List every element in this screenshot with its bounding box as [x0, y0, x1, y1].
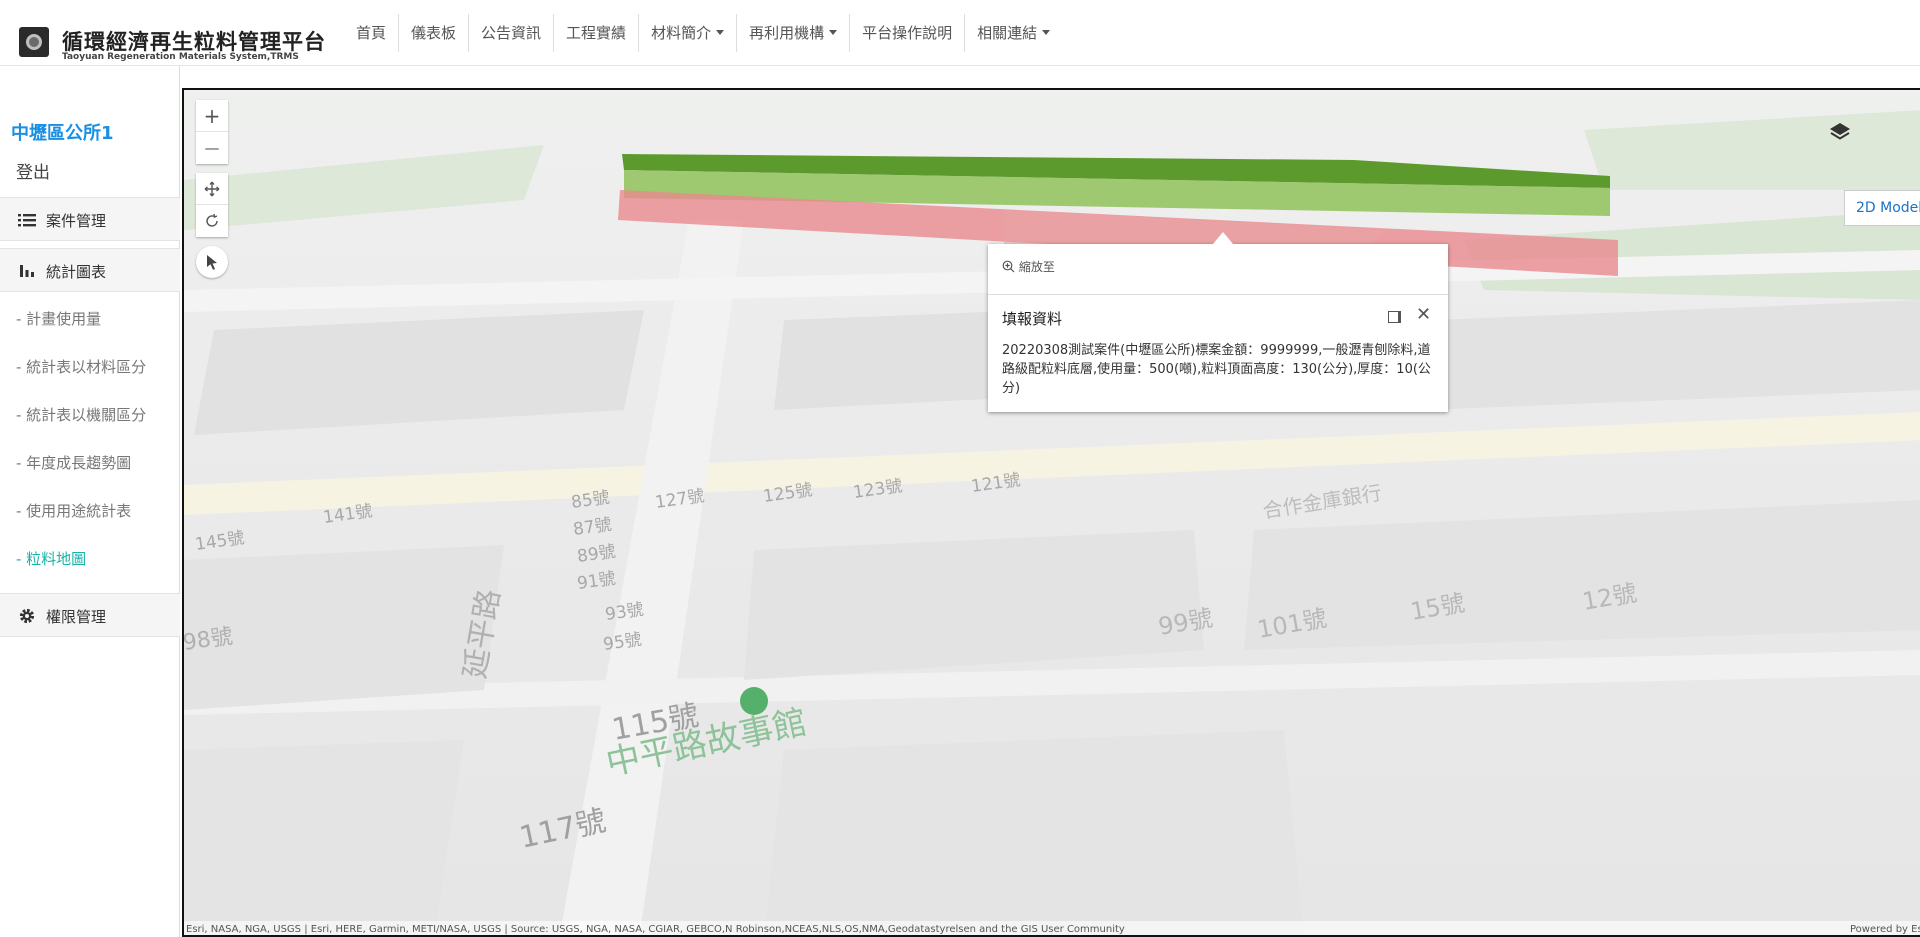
map-label: 125號	[762, 480, 814, 507]
zoom-in-icon	[1002, 260, 1015, 273]
nav-label: 儀表板	[411, 24, 457, 42]
brand-subtitle: Taoyuan Regeneration Materials System,TR…	[62, 52, 299, 62]
nav-item-projects[interactable]: 工程實績	[553, 14, 638, 52]
zoom-to-action[interactable]: 縮放至	[1002, 258, 1055, 275]
nav-label: 平台操作說明	[862, 24, 953, 42]
map-label: 87號	[572, 515, 613, 540]
list-icon	[18, 214, 36, 227]
divider	[988, 294, 1448, 295]
map-label: 95號	[602, 630, 643, 655]
chevron-down-icon	[1042, 30, 1051, 35]
chevron-down-icon	[829, 30, 838, 35]
2d-model-toggle-button[interactable]: 2D Model	[1844, 190, 1920, 226]
map-view[interactable]: 85號 87號 89號 91號 93號 95號 127號 125號 123號 1…	[182, 88, 1920, 937]
map-label: 101號	[1255, 604, 1329, 644]
map-label: 121號	[970, 470, 1022, 497]
map-label: 98號	[184, 624, 234, 656]
nav-item-links[interactable]: 相關連結	[964, 14, 1062, 52]
poi-marker-icon	[740, 687, 768, 715]
nav-label: 首頁	[356, 24, 387, 42]
navigation-controls	[196, 173, 228, 237]
sidebar-item-usage-purpose[interactable]: - 使用用途統計表	[16, 500, 131, 521]
map-label: 93號	[604, 600, 645, 625]
zoom-to-label: 縮放至	[1018, 260, 1055, 274]
sidebar-group-label: 統計圖表	[46, 263, 107, 281]
dock-icon[interactable]	[1388, 311, 1401, 323]
map-labels: 85號 87號 89號 91號 93號 95號 127號 125號 123號 1…	[184, 470, 1639, 856]
close-icon[interactable]: ✕	[1416, 304, 1431, 325]
main-nav: 首頁 儀表板 公告資訊 工程實績 材料簡介 再利用機構 平台操作說明 相關連結	[344, 14, 1062, 66]
sidebar-group-charts[interactable]: 統計圖表	[0, 248, 180, 292]
move-icon	[204, 181, 220, 196]
map-label: 89號	[576, 542, 617, 567]
cursor-icon	[207, 255, 217, 270]
nav-item-dashboard[interactable]: 儀表板	[398, 14, 468, 52]
map-label: 123號	[852, 476, 904, 503]
bar-chart-icon	[20, 265, 34, 277]
map-toolbar: + —	[196, 100, 228, 278]
map-label: 85號	[570, 488, 611, 513]
map-label: 15號	[1408, 589, 1467, 626]
zoom-out-button[interactable]: —	[196, 132, 228, 164]
map-label: 合作金庫銀行	[1261, 480, 1383, 522]
sidebar-group-case-management[interactable]: 案件管理	[0, 197, 180, 241]
map-label: 145號	[194, 528, 246, 555]
layers-icon[interactable]	[1826, 117, 1854, 145]
map-label: 127號	[654, 486, 706, 513]
map-label: 99號	[1156, 604, 1215, 641]
sidebar: 中壢區公所1 登出 案件管理 統計圖表 - 計畫使用量 - 統計表以材料區分 -…	[0, 66, 180, 937]
map-label: 91號	[576, 569, 617, 594]
popup-title: 填報資料	[1002, 310, 1063, 328]
nav-label: 工程實績	[566, 24, 627, 42]
nav-label: 再利用機構	[749, 24, 825, 42]
powered-by-esri[interactable]: Powered by Esri	[1850, 921, 1920, 935]
nav-item-materials[interactable]: 材料簡介	[638, 14, 736, 52]
map-label: 延平路	[457, 587, 507, 682]
logout-link[interactable]: 登出	[16, 158, 50, 183]
map-label: 12號	[1580, 579, 1639, 616]
sidebar-item-stats-by-material[interactable]: - 統計表以材料區分	[16, 356, 146, 377]
pan-button[interactable]	[196, 173, 228, 205]
user-name[interactable]: 中壢區公所1	[11, 119, 114, 145]
attribution-sources[interactable]: Esri, NASA, NGA, USGS | Esri, HERE, Garm…	[186, 921, 1125, 935]
gear-icon	[19, 608, 35, 624]
sidebar-item-planned-usage[interactable]: - 計畫使用量	[16, 308, 101, 329]
nav-item-reuse-agencies[interactable]: 再利用機構	[736, 14, 849, 52]
brand[interactable]: 循環經濟再生粒料管理平台 Taoyuan Regeneration Materi…	[16, 22, 325, 66]
sidebar-item-stats-by-agency[interactable]: - 統計表以機關區分	[16, 404, 146, 425]
chevron-down-icon	[716, 30, 725, 35]
zoom-controls: + —	[196, 100, 228, 164]
nav-label: 公告資訊	[481, 24, 542, 42]
rotate-icon	[206, 213, 218, 227]
top-navbar: 循環經濟再生粒料管理平台 Taoyuan Regeneration Materi…	[0, 0, 1920, 66]
sidebar-item-aggregate-map[interactable]: - 粒料地圖	[16, 548, 86, 569]
nav-item-announcements[interactable]: 公告資訊	[468, 14, 553, 52]
map-attribution: Esri, NASA, NGA, USGS | Esri, HERE, Garm…	[184, 921, 1920, 935]
rotate-button[interactable]	[196, 205, 228, 237]
nav-item-guide[interactable]: 平台操作說明	[849, 14, 964, 52]
sidebar-group-permissions[interactable]: 權限管理	[0, 593, 180, 637]
map-label: 117號	[516, 803, 609, 855]
nav-label: 相關連結	[977, 24, 1038, 42]
sidebar-group-label: 權限管理	[46, 608, 107, 626]
sidebar-group-label: 案件管理	[46, 212, 107, 230]
sidebar-item-annual-growth[interactable]: - 年度成長趨勢圖	[16, 452, 131, 473]
popup-content: 20220308測試案件(中壢區公所)標案金額：9999999,一般瀝青刨除料,…	[1002, 343, 1431, 396]
zoom-in-button[interactable]: +	[196, 100, 228, 132]
nav-label: 材料簡介	[651, 24, 712, 42]
brand-logo-icon	[19, 27, 49, 57]
map-label: 141號	[322, 501, 374, 528]
compass-button[interactable]	[196, 246, 228, 278]
feature-popup: 縮放至 填報資料 ✕ 20220308測試案件(中壢區公所)標案金額：99999…	[988, 232, 1448, 412]
nav-item-home[interactable]: 首頁	[344, 14, 398, 52]
